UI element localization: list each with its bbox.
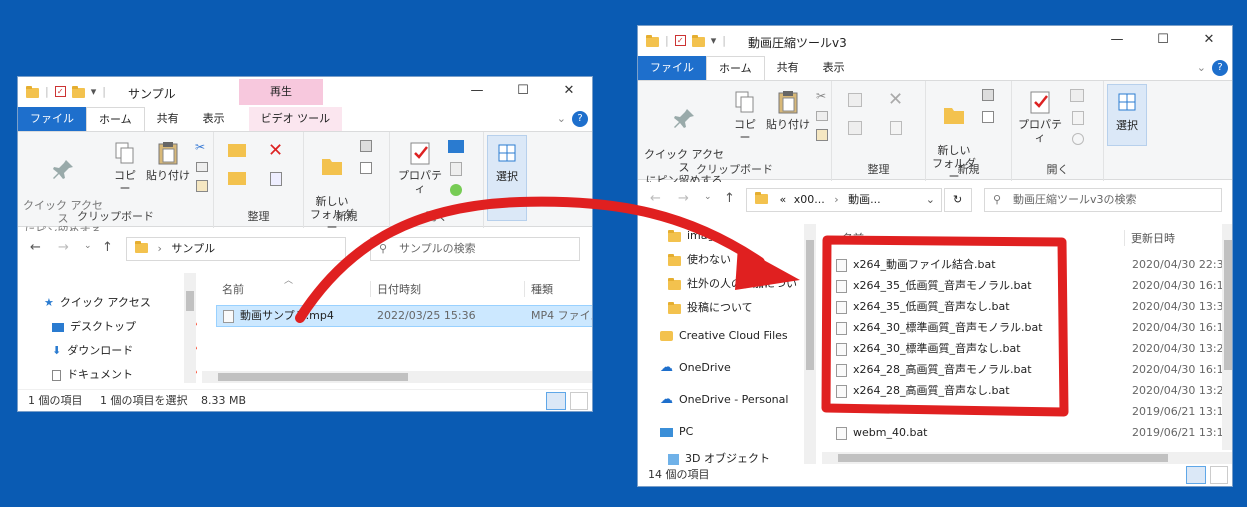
annotation-arrow <box>295 196 765 323</box>
annotation-overlay <box>295 196 1069 417</box>
annotation-arrowhead <box>735 246 800 290</box>
annotation-highlight-box <box>821 235 1069 417</box>
